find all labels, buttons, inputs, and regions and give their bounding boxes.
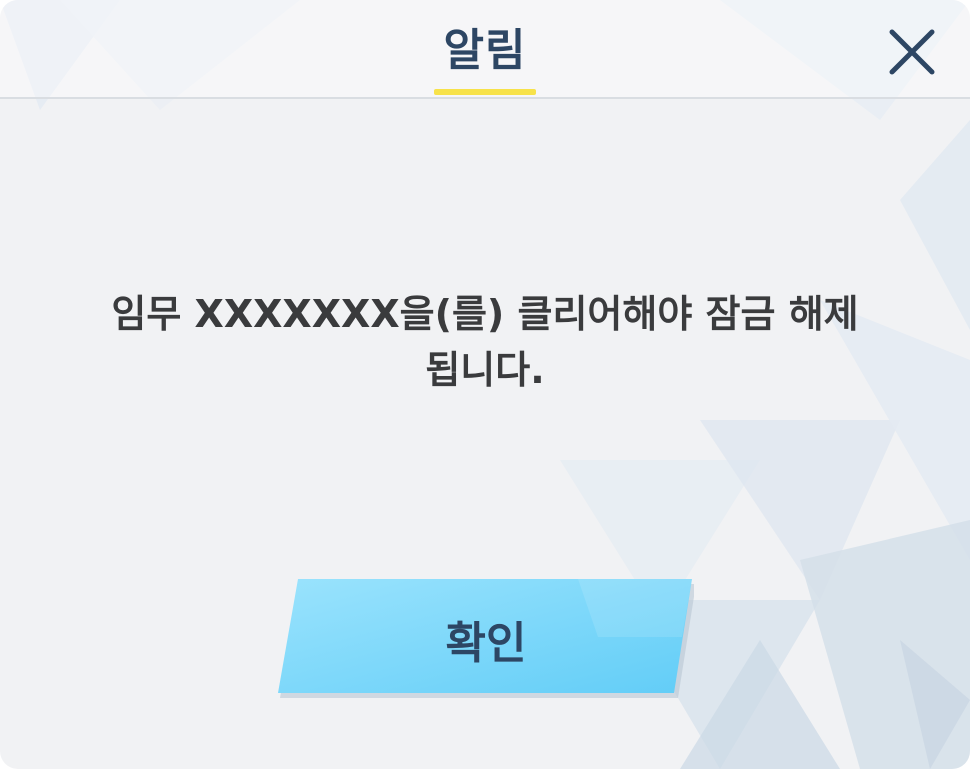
dialog-title: 알림 <box>443 25 527 76</box>
notification-dialog: 알림 임무 XXXXXXX을(를) 클리어해야 잠금 해제 됩니다. 확인 <box>0 0 970 769</box>
dialog-message: 임무 XXXXXXX을(를) 클리어해야 잠금 해제 됩니다. <box>40 286 930 398</box>
message-line-1: 임무 XXXXXXX을(를) 클리어해야 잠금 해제 <box>111 292 859 336</box>
dialog-header: 알림 <box>0 0 970 99</box>
close-icon <box>889 29 935 75</box>
confirm-button[interactable]: 확인 <box>278 577 694 699</box>
message-line-2: 됩니다. <box>425 348 545 392</box>
close-button[interactable] <box>880 20 944 84</box>
confirm-button-label: 확인 <box>445 618 527 669</box>
title-underline <box>434 89 536 95</box>
